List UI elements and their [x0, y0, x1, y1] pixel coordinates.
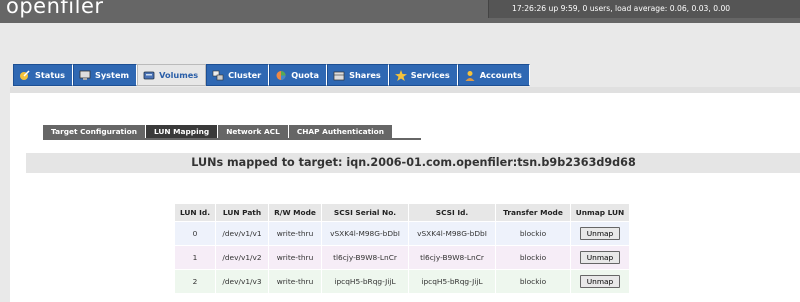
lun-id: 2 — [175, 270, 215, 293]
shares-icon — [333, 70, 345, 81]
content-panel: Target Configuration LUN Mapping Network… — [10, 87, 800, 302]
transfer-mode: blockio — [496, 246, 570, 269]
tab-system[interactable]: System — [72, 64, 138, 86]
scsi-id: tl6cjy-B9W8-LnCr — [409, 246, 495, 269]
lun-mapping-table: LUN Id. LUN Path R/W Mode SCSI Serial No… — [174, 203, 630, 294]
top-header: openfiler 17:26:26 up 9:59, 0 users, loa… — [0, 0, 800, 23]
main-nav-tabs: Status System Volumes Cluster Quota Shar… — [13, 64, 530, 86]
subtab-chap-authentication[interactable]: CHAP Authentication — [288, 125, 394, 139]
uptime-status: 17:26:26 up 9:59, 0 users, load average:… — [488, 0, 800, 18]
subtab-target-configuration[interactable]: Target Configuration — [43, 125, 146, 139]
col-transfer-mode: Transfer Mode — [496, 204, 570, 221]
system-icon — [79, 70, 91, 81]
tab-label: Shares — [349, 70, 381, 80]
sub-tab-underline — [43, 138, 421, 140]
unmap-button[interactable]: Unmap — [579, 227, 621, 240]
table-header-row: LUN Id. LUN Path R/W Mode SCSI Serial No… — [175, 204, 629, 221]
table-row: 2 /dev/v1/v3 write-thru ipcqH5-bRqg-JijL… — [175, 270, 629, 293]
col-lun-path: LUN Path — [216, 204, 268, 221]
scsi-id: vSXK4l-M98G-bDbI — [409, 222, 495, 245]
table-row: 1 /dev/v1/v2 write-thru tl6cjy-B9W8-LnCr… — [175, 246, 629, 269]
scsi-serial: vSXK4l-M98G-bDbI — [322, 222, 408, 245]
table-row: 0 /dev/v1/v1 write-thru vSXK4l-M98G-bDbI… — [175, 222, 629, 245]
unmap-cell: Unmap — [571, 270, 629, 293]
unmap-cell: Unmap — [571, 222, 629, 245]
status-icon — [19, 69, 31, 81]
tab-volumes[interactable]: Volumes — [137, 64, 207, 86]
rw-mode: write-thru — [269, 222, 321, 245]
tab-label: Services — [410, 70, 450, 80]
tab-cluster[interactable]: Cluster — [206, 64, 270, 86]
rw-mode: write-thru — [269, 270, 321, 293]
transfer-mode: blockio — [496, 222, 570, 245]
lun-path: /dev/v1/v3 — [216, 270, 268, 293]
rw-mode: write-thru — [269, 246, 321, 269]
col-scsi-serial: SCSI Serial No. — [322, 204, 408, 221]
tab-services[interactable]: Services — [388, 64, 458, 86]
scsi-id: ipcqH5-bRqg-JijL — [409, 270, 495, 293]
col-rw-mode: R/W Mode — [269, 204, 321, 221]
subtab-lun-mapping[interactable]: LUN Mapping — [145, 125, 219, 139]
lun-path: /dev/v1/v1 — [216, 222, 268, 245]
unmap-cell: Unmap — [571, 246, 629, 269]
tab-label: Volumes — [159, 70, 199, 80]
tab-label: Cluster — [228, 70, 262, 80]
openfiler-logo: openfiler — [6, 0, 104, 18]
page-title: LUNs mapped to target: iqn.2006-01.com.o… — [26, 153, 800, 173]
lun-id: 0 — [175, 222, 215, 245]
tab-quota[interactable]: Quota — [269, 64, 328, 86]
transfer-mode: blockio — [496, 270, 570, 293]
subtab-network-acl[interactable]: Network ACL — [218, 125, 289, 139]
accounts-icon — [464, 70, 476, 81]
unmap-button[interactable]: Unmap — [579, 275, 621, 288]
scsi-serial: ipcqH5-bRqg-JijL — [322, 270, 408, 293]
cluster-icon — [212, 70, 224, 81]
col-lun-id: LUN Id. — [175, 204, 215, 221]
lun-path: /dev/v1/v2 — [216, 246, 268, 269]
sub-nav-tabs: Target Configuration LUN Mapping Network… — [43, 125, 394, 139]
services-icon — [394, 69, 407, 81]
lun-id: 1 — [175, 246, 215, 269]
tab-label: Accounts — [479, 70, 522, 80]
tab-label: Status — [35, 70, 65, 80]
col-scsi-id: SCSI Id. — [409, 204, 495, 221]
tab-label: System — [94, 70, 130, 80]
tab-shares[interactable]: Shares — [327, 64, 389, 86]
col-unmap-lun: Unmap LUN — [571, 204, 629, 221]
scsi-serial: tl6cjy-B9W8-LnCr — [322, 246, 408, 269]
tab-status[interactable]: Status — [13, 64, 73, 86]
tab-label: Quota — [291, 70, 320, 80]
volumes-icon — [143, 70, 155, 81]
quota-icon — [275, 70, 287, 81]
tab-accounts[interactable]: Accounts — [457, 64, 530, 86]
unmap-button[interactable]: Unmap — [579, 251, 621, 264]
